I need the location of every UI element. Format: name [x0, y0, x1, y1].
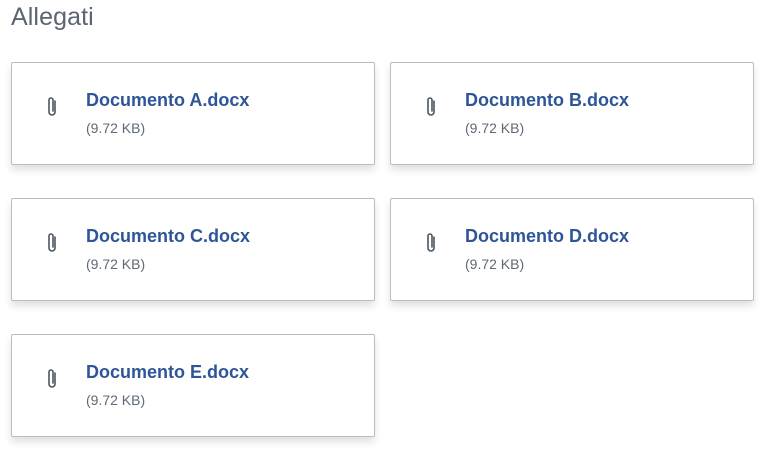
- attachment-link[interactable]: Documento C.docx: [86, 226, 250, 247]
- paperclip-icon: [45, 95, 59, 119]
- attachment-size: (9.72 KB): [465, 256, 525, 272]
- section-title: Allegati: [11, 3, 94, 31]
- attachments-grid: Documento A.docx (9.72 KB) Documento B.d…: [11, 62, 754, 437]
- attachment-size: (9.72 KB): [86, 256, 146, 272]
- paperclip-icon: [424, 95, 438, 119]
- attachment-card[interactable]: Documento C.docx (9.72 KB): [11, 198, 375, 301]
- attachment-link[interactable]: Documento A.docx: [86, 90, 249, 111]
- attachment-size: (9.72 KB): [86, 120, 146, 136]
- attachment-card[interactable]: Documento D.docx (9.72 KB): [390, 198, 754, 301]
- attachment-card[interactable]: Documento A.docx (9.72 KB): [11, 62, 375, 165]
- attachment-size: (9.72 KB): [465, 120, 525, 136]
- attachment-card[interactable]: Documento E.docx (9.72 KB): [11, 334, 375, 437]
- attachment-link[interactable]: Documento E.docx: [86, 362, 249, 383]
- attachment-size: (9.72 KB): [86, 392, 146, 408]
- paperclip-icon: [45, 367, 59, 391]
- paperclip-icon: [45, 231, 59, 255]
- paperclip-icon: [424, 231, 438, 255]
- attachment-link[interactable]: Documento D.docx: [465, 226, 629, 247]
- attachment-link[interactable]: Documento B.docx: [465, 90, 629, 111]
- attachment-card[interactable]: Documento B.docx (9.72 KB): [390, 62, 754, 165]
